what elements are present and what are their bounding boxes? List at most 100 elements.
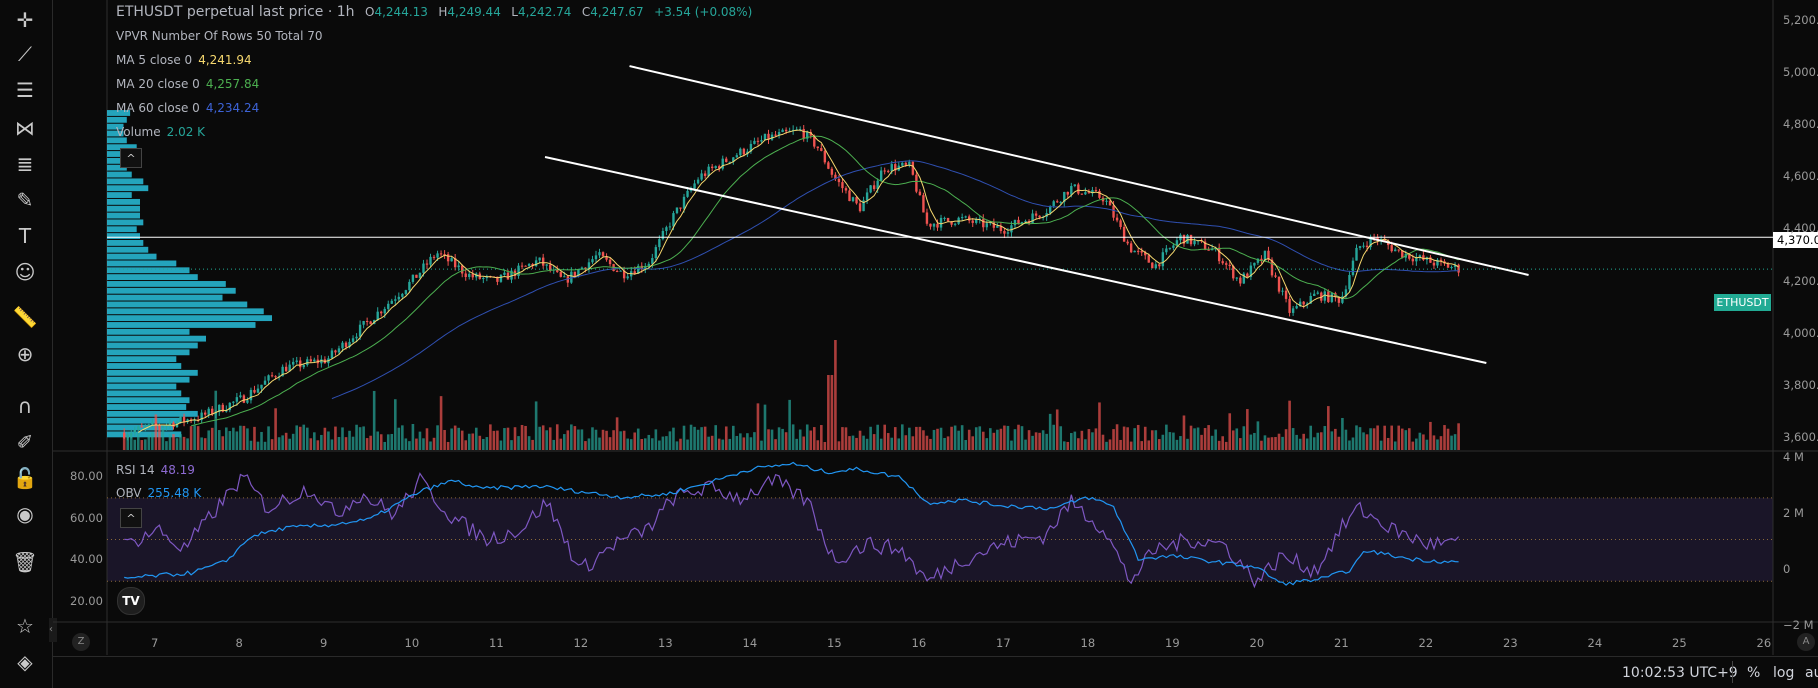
volume-bar [700,427,703,450]
volume-bar [196,426,200,450]
volume-bar [939,427,943,450]
candle-body [784,129,788,132]
volume-bar [742,437,746,450]
time-tick-label: 9 [320,636,328,650]
rsi-legend[interactable]: RSI 14 48.19 [116,463,201,477]
candle-body [468,273,471,277]
candle-body [337,348,341,353]
volume-bar [1017,424,1020,450]
price-tick-label: 3,800.0 [1783,377,1818,392]
percent-toggle[interactable]: % [1747,665,1760,681]
volume-bar [728,438,732,450]
log-toggle[interactable]: log [1773,665,1794,681]
volume-bar [848,436,851,450]
collapse-pane-button[interactable]: ^ [120,508,142,528]
candle-body [837,178,841,183]
candle-body [151,422,154,425]
volume-bar [1108,439,1112,450]
volume-bar [1295,434,1298,450]
candle-body [1235,277,1238,279]
close-label: C [581,5,591,19]
candle-body [753,140,756,144]
clock-timezone[interactable]: 10:02:53 UTC+9 [1622,665,1738,681]
volume-bar [1415,438,1418,450]
volume-bar [978,426,982,450]
rsi-tick-label: 20.00 [70,594,103,609]
volume-bar [1126,427,1129,450]
candle-body [725,158,728,162]
volume-bar [1179,436,1182,450]
auto-toggle[interactable]: aut [1805,665,1818,681]
candle-body [1397,249,1400,251]
volume-bar [559,438,563,450]
candle-body [538,257,541,261]
volume-bar [281,435,284,450]
candle-body [358,324,362,337]
candle-body [968,216,971,221]
volume-bar [316,440,320,450]
volume-bar [151,432,154,450]
volume-bar [263,441,267,450]
collapse-legend-button[interactable]: ^ [120,148,142,168]
volume-bar [1203,428,1207,450]
volume-bar [774,439,777,450]
time-tick-label: 16 [911,636,927,650]
auto-scale-button[interactable]: A [1797,633,1815,651]
volume-bar [510,440,513,450]
volume-bar [369,435,372,450]
volume-bar [348,430,351,450]
vpvr-row [107,287,236,294]
volume-bar [242,425,246,450]
candle-body [887,170,890,172]
candle-body [601,252,605,257]
trend-line-lower [544,156,1487,365]
candle-body [598,252,601,256]
candle-body [520,265,524,267]
volume-bar [1330,431,1334,450]
volume-bar [1217,440,1221,450]
candle-body [408,281,411,291]
time-tick-label: 12 [573,636,589,650]
volume-bar [1161,434,1165,450]
ma60-legend[interactable]: MA 60 close 0 4,234.24 [116,101,265,115]
price-tick-label: 4,200.0 [1783,273,1818,288]
ma60-value: 4,234.24 [205,101,260,115]
candle-body [756,140,760,142]
vpvr-row [107,369,198,376]
volume-bar [855,437,858,450]
candle-body [397,296,401,300]
candle-body [1161,252,1165,267]
candle-body [439,253,443,255]
time-tick-label: 17 [996,636,1011,650]
volume-bar [827,375,830,450]
candle-body [901,162,904,166]
volume-bar [548,427,552,450]
volume-bar [601,429,605,450]
candle-body [841,182,844,189]
tradingview-logo[interactable]: TV [117,587,145,615]
volume-bar [1411,441,1415,450]
chart-canvas[interactable] [0,0,1818,688]
volume-bar [1390,425,1393,450]
candle-body [1073,184,1077,187]
reset-zoom-button[interactable]: Z [72,633,90,651]
volume-bar [1316,432,1320,450]
candle-body [380,311,383,314]
candle-body [1362,245,1365,247]
volume-bar [552,439,556,450]
obv-legend[interactable]: OBV 255.48 K [116,486,207,500]
volume-bar [485,437,489,450]
volume-legend[interactable]: Volume 2.02 K [116,125,211,139]
candle-body [922,195,925,213]
volume-bar [309,438,313,450]
vpvr-row [107,205,140,212]
volume-bar [1372,428,1376,450]
volume-bar [1281,436,1284,450]
candle-body [549,264,552,271]
candle-body [563,276,566,278]
vpvr-legend[interactable]: VPVR Number Of Rows 50 Total 70 [116,29,323,43]
ma20-legend[interactable]: MA 20 close 0 4,257.84 [116,77,265,91]
volume-bar [482,438,485,450]
candle-body [144,426,147,428]
ma5-legend[interactable]: MA 5 close 0 4,241.94 [116,53,258,67]
